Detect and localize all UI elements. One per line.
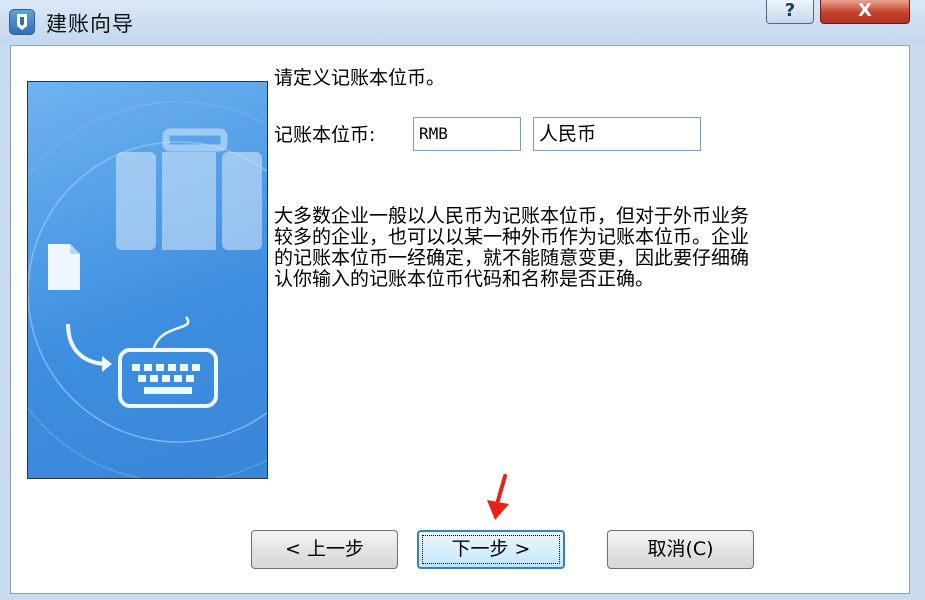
wizard-body: 请定义记账本位币。 记账本位币: RMB 人民币 大多数企业一般以人民币为记账本… xyxy=(10,45,910,594)
description-text: 大多数企业一般以人民币为记账本位币，但对于外币业务较多的企业，也可以以某一种外币… xyxy=(274,205,750,290)
help-button[interactable]: ? xyxy=(766,0,814,24)
currency-code-input[interactable]: RMB xyxy=(413,117,521,151)
wizard-prompt: 请定义记账本位币。 xyxy=(274,67,446,89)
next-button[interactable]: 下一步 > xyxy=(417,530,565,569)
currency-label: 记账本位币: xyxy=(274,124,376,146)
document-icon xyxy=(48,244,80,290)
app-logo-icon xyxy=(9,9,35,35)
currency-name-input[interactable]: 人民币 xyxy=(533,117,701,151)
help-icon: ? xyxy=(784,0,796,21)
cancel-button[interactable]: 取消(C) xyxy=(607,530,754,569)
close-button[interactable]: X xyxy=(820,0,910,24)
annotation-arrow-icon xyxy=(487,474,509,520)
previous-button[interactable]: < 上一步 xyxy=(251,530,398,569)
title-bar: 建账向导 ? X xyxy=(0,0,925,44)
window-title: 建账向导 xyxy=(46,12,134,36)
keyboard-icon xyxy=(118,348,218,408)
close-icon: X xyxy=(858,0,872,21)
focus-outline xyxy=(422,535,560,564)
wizard-illustration xyxy=(27,81,268,479)
briefcase-icon xyxy=(116,128,262,250)
